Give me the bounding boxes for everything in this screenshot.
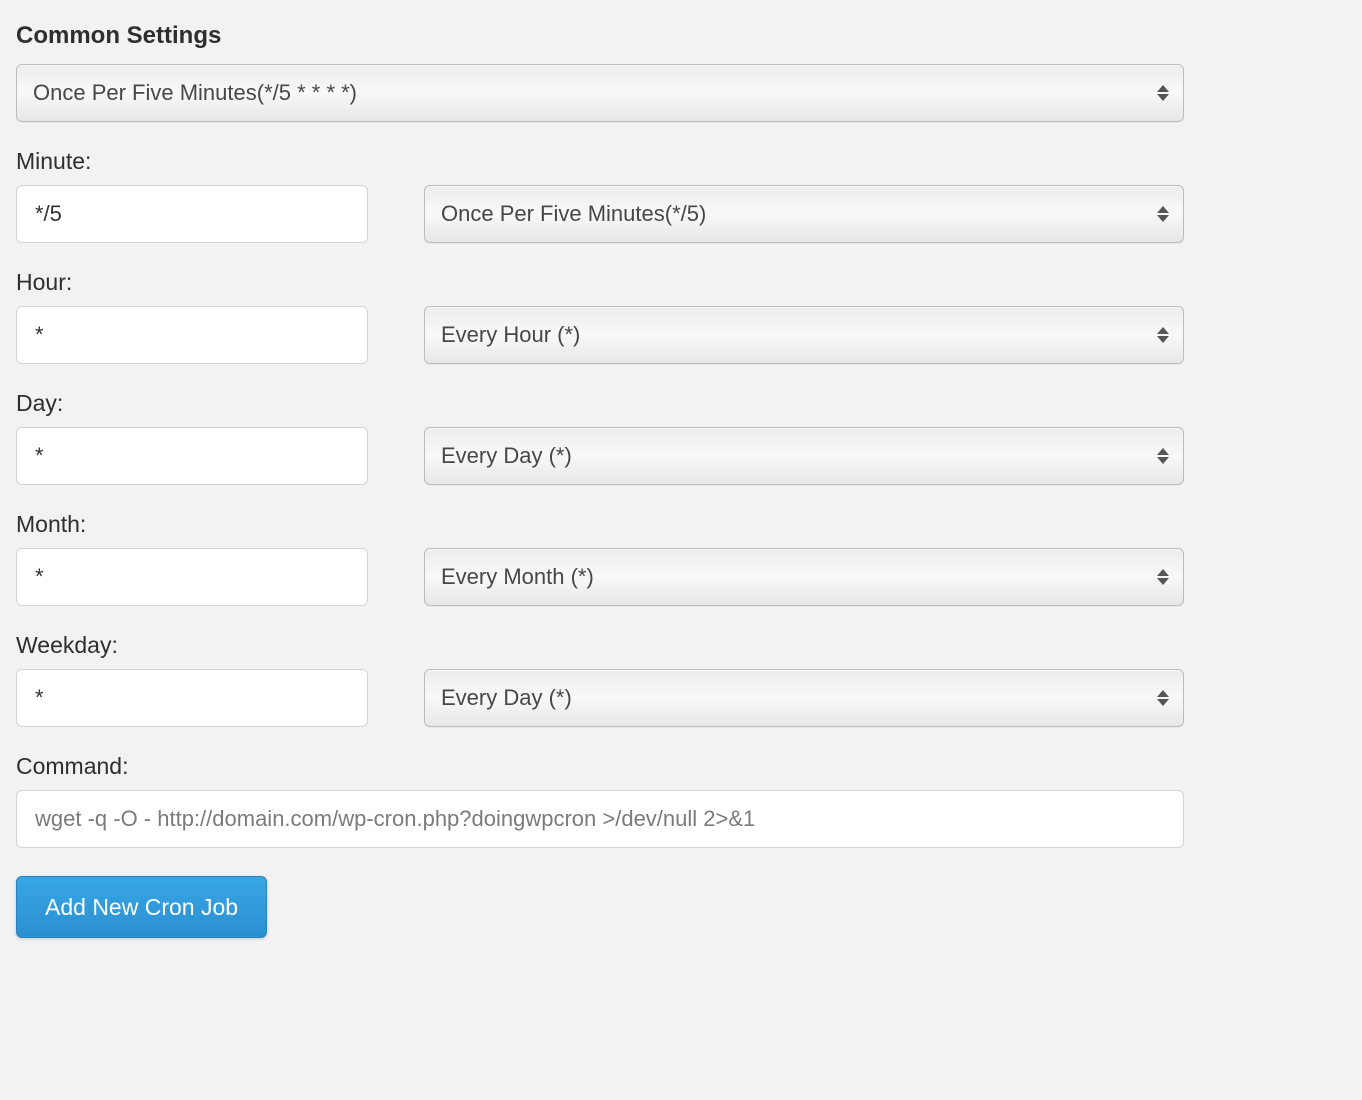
month-select[interactable]: Every Month (*) xyxy=(424,548,1184,606)
minute-input[interactable] xyxy=(16,185,368,243)
day-select[interactable]: Every Day (*) xyxy=(424,427,1184,485)
day-input[interactable] xyxy=(16,427,368,485)
common-settings-select[interactable]: Once Per Five Minutes(*/5 * * * *) xyxy=(16,64,1184,122)
common-settings-select-value: Once Per Five Minutes(*/5 * * * *) xyxy=(33,80,357,106)
chevron-up-down-icon xyxy=(1157,569,1169,585)
cron-form: Common Settings Once Per Five Minutes(*/… xyxy=(0,0,1200,954)
weekday-select-value: Every Day (*) xyxy=(441,685,572,711)
weekday-label: Weekday: xyxy=(16,632,1184,659)
month-select-value: Every Month (*) xyxy=(441,564,594,590)
minute-label: Minute: xyxy=(16,148,1184,175)
chevron-up-down-icon xyxy=(1157,85,1169,101)
common-settings-title: Common Settings xyxy=(16,22,1184,50)
month-label: Month: xyxy=(16,511,1184,538)
chevron-up-down-icon xyxy=(1157,448,1169,464)
month-input[interactable] xyxy=(16,548,368,606)
chevron-up-down-icon xyxy=(1157,327,1169,343)
add-new-cron-job-button[interactable]: Add New Cron Job xyxy=(16,876,267,938)
command-input[interactable] xyxy=(16,790,1184,848)
minute-select-value: Once Per Five Minutes(*/5) xyxy=(441,201,706,227)
chevron-up-down-icon xyxy=(1157,206,1169,222)
hour-select[interactable]: Every Hour (*) xyxy=(424,306,1184,364)
chevron-up-down-icon xyxy=(1157,690,1169,706)
hour-label: Hour: xyxy=(16,269,1184,296)
day-label: Day: xyxy=(16,390,1184,417)
day-select-value: Every Day (*) xyxy=(441,443,572,469)
hour-input[interactable] xyxy=(16,306,368,364)
hour-select-value: Every Hour (*) xyxy=(441,322,580,348)
weekday-select[interactable]: Every Day (*) xyxy=(424,669,1184,727)
minute-select[interactable]: Once Per Five Minutes(*/5) xyxy=(424,185,1184,243)
weekday-input[interactable] xyxy=(16,669,368,727)
command-label: Command: xyxy=(16,753,1184,780)
